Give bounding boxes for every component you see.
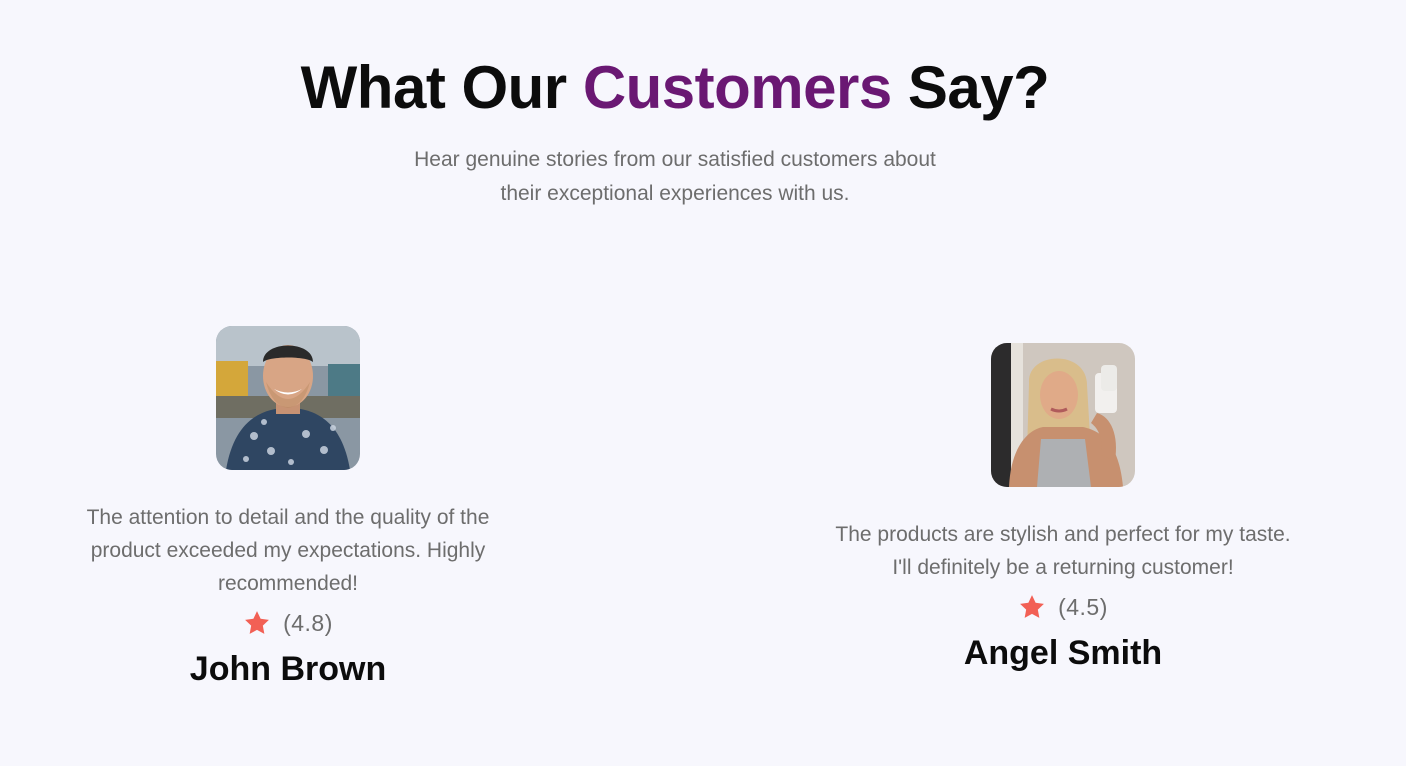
subtitle-line1: Hear genuine stories from our satisfied … xyxy=(414,148,936,171)
testimonial-card: The attention to detail and the quality … xyxy=(38,326,538,690)
avatar xyxy=(991,343,1135,487)
rating: (4.5) xyxy=(813,590,1313,624)
man-portrait-icon xyxy=(216,326,360,470)
title-part2: Say? xyxy=(891,54,1050,121)
star-icon xyxy=(245,611,269,634)
title-part1: What Our xyxy=(300,54,583,121)
customer-name: Angel Smith xyxy=(963,634,1163,672)
star-icon xyxy=(1020,595,1044,618)
rating: (4.8) xyxy=(38,606,538,640)
testimonial-quote: The products are stylish and perfect for… xyxy=(835,523,1291,579)
title-accent: Customers xyxy=(582,54,892,121)
avatar xyxy=(216,326,360,470)
testimonial-quote: The attention to detail and the quality … xyxy=(86,506,490,595)
rating-score: (4.5) xyxy=(1058,593,1108,620)
section-subtitle: Hear genuine stories from our satisfied … xyxy=(375,143,975,211)
customer-name: John Brown xyxy=(189,650,387,688)
woman-portrait-icon xyxy=(991,343,1135,487)
subtitle-line2: their exceptional experiences with us. xyxy=(500,182,850,205)
section-title: What Our Customers Say? xyxy=(0,52,1350,124)
testimonial-card: The products are stylish and perfect for… xyxy=(813,343,1313,674)
rating-score: (4.8) xyxy=(283,609,333,636)
